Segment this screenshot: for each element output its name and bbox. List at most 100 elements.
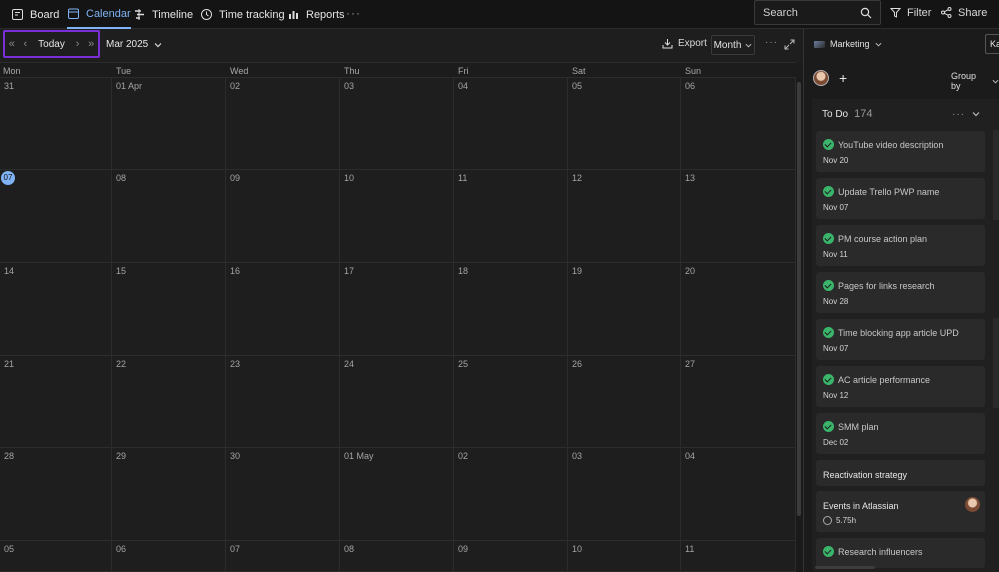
- calendar-day-cell[interactable]: 28: [0, 448, 112, 541]
- project-select[interactable]: Marketing: [814, 39, 882, 49]
- calendar-day-cell[interactable]: 08: [340, 541, 454, 572]
- last-button[interactable]: »: [84, 38, 98, 50]
- day-number: 05: [572, 81, 583, 91]
- calendar-day-cell[interactable]: 02: [226, 78, 340, 170]
- calendar-day-cell[interactable]: 30: [226, 448, 340, 541]
- task-card[interactable]: YouTube video description Nov 20: [816, 131, 985, 172]
- task-card[interactable]: Update Trello PWP name Nov 07: [816, 178, 985, 219]
- avatar[interactable]: [813, 70, 829, 86]
- tab-timeline[interactable]: Timeline: [133, 0, 193, 29]
- calendar-day-cell[interactable]: 09: [226, 170, 340, 263]
- calendar-day-cell[interactable]: 04: [454, 78, 568, 170]
- task-card[interactable]: Research influencers: [816, 538, 985, 568]
- prev-button[interactable]: ‹: [19, 38, 33, 50]
- group-by-button[interactable]: Group by: [951, 71, 999, 91]
- day-number: 09: [458, 544, 469, 554]
- share-button[interactable]: Share: [941, 0, 987, 25]
- chevron-down-icon: [875, 42, 882, 47]
- check-circle-icon[interactable]: [823, 327, 834, 338]
- task-card[interactable]: Time blocking app article UPD Nov 07: [816, 319, 985, 360]
- check-circle-icon[interactable]: [823, 374, 834, 385]
- search-input[interactable]: [763, 6, 860, 19]
- next-button[interactable]: ›: [71, 38, 85, 50]
- export-button[interactable]: Export: [662, 38, 707, 49]
- calendar-day-cell[interactable]: 20: [681, 263, 796, 356]
- calendar-day-cell[interactable]: 14: [0, 263, 112, 356]
- calendar-day-cell[interactable]: 08: [112, 170, 226, 263]
- search-icon[interactable]: [860, 7, 872, 19]
- calendar-day-cell[interactable]: 04: [681, 448, 796, 541]
- calendar-day-cell[interactable]: 23: [226, 356, 340, 448]
- calendar-day-cell[interactable]: 17: [340, 263, 454, 356]
- calendar-day-cell[interactable]: 24: [340, 356, 454, 448]
- calendar-day-cell[interactable]: 13: [681, 170, 796, 263]
- check-circle-icon[interactable]: [823, 421, 834, 432]
- add-member-button[interactable]: +: [839, 70, 847, 86]
- nav-more-button[interactable]: ···: [346, 6, 361, 20]
- today-button[interactable]: Today: [32, 39, 71, 50]
- calendar-day-cell[interactable]: 07: [226, 541, 340, 572]
- column-more-button[interactable]: ···: [952, 109, 965, 120]
- calendar-day-cell[interactable]: 27: [681, 356, 796, 448]
- calendar-day-cell[interactable]: 03: [568, 448, 681, 541]
- calendar-day-cell[interactable]: 19: [568, 263, 681, 356]
- check-circle-icon[interactable]: [823, 233, 834, 244]
- calendar-day-cell[interactable]: 07: [0, 170, 112, 263]
- expand-icon[interactable]: [784, 39, 795, 50]
- check-circle-icon[interactable]: [823, 280, 834, 291]
- avatar[interactable]: [965, 497, 980, 512]
- first-button[interactable]: «: [5, 38, 19, 50]
- calendar-day-cell[interactable]: 11: [681, 541, 796, 572]
- chevron-down-icon[interactable]: [972, 110, 980, 118]
- calendar-day-cell[interactable]: 10: [340, 170, 454, 263]
- view-select[interactable]: Month: [711, 35, 755, 55]
- tab-reports[interactable]: Reports: [287, 0, 345, 29]
- calendar-day-cell[interactable]: 16: [226, 263, 340, 356]
- calendar-day-cell[interactable]: 01 May: [340, 448, 454, 541]
- calendar-day-cell[interactable]: 25: [454, 356, 568, 448]
- task-card[interactable]: Reactivation strategy: [816, 460, 985, 486]
- calendar-day-cell[interactable]: 02: [454, 448, 568, 541]
- calendar-day-cell[interactable]: 22: [112, 356, 226, 448]
- calendar-scrollbar[interactable]: [796, 78, 803, 572]
- calendar-day-cell[interactable]: 10: [568, 541, 681, 572]
- toolbar-more-button[interactable]: ···: [765, 37, 778, 48]
- calendar-day-cell[interactable]: 06: [681, 78, 796, 170]
- tab-board[interactable]: Board: [11, 0, 59, 29]
- task-card[interactable]: SMM plan Dec 02: [816, 413, 985, 454]
- tab-time-tracking[interactable]: Time tracking: [200, 0, 285, 29]
- calendar-day-cell[interactable]: 03: [340, 78, 454, 170]
- calendar-day-cell[interactable]: 31: [0, 78, 112, 170]
- filter-button[interactable]: Filter: [890, 0, 931, 25]
- check-circle-icon[interactable]: [823, 546, 834, 557]
- calendar-grid: 31 01 Apr 02 03 04 05 06 07 08 09 10 11 12 13 14 15 16 17…: [0, 78, 796, 572]
- time-tracked: 5.75h: [823, 516, 856, 525]
- calendar-day-cell[interactable]: 12: [568, 170, 681, 263]
- panel-scrollbar[interactable]: [815, 566, 875, 569]
- calendar-day-cell[interactable]: 05: [0, 541, 112, 572]
- search-box[interactable]: [754, 0, 881, 25]
- task-card[interactable]: Events in Atlassian 5.75h: [816, 491, 985, 532]
- calendar-day-cell[interactable]: 01 Apr: [112, 78, 226, 170]
- calendar-day-cell[interactable]: 06: [112, 541, 226, 572]
- calendar-day-cell[interactable]: 29: [112, 448, 226, 541]
- task-card[interactable]: PM course action plan Nov 11: [816, 225, 985, 266]
- weekday-label: Sat: [572, 66, 586, 76]
- calendar-day-cell[interactable]: 21: [0, 356, 112, 448]
- date-picker[interactable]: Mar 2025: [106, 39, 162, 50]
- calendar-day-cell[interactable]: 05: [568, 78, 681, 170]
- view-button[interactable]: Ka: [985, 34, 999, 54]
- calendar-day-cell[interactable]: 15: [112, 263, 226, 356]
- calendar-day-cell[interactable]: 26: [568, 356, 681, 448]
- task-card[interactable]: Pages for links research Nov 28: [816, 272, 985, 313]
- calendar-day-cell[interactable]: 18: [454, 263, 568, 356]
- day-number: 19: [572, 266, 583, 276]
- next-column-edge: [993, 318, 999, 408]
- check-circle-icon[interactable]: [823, 186, 834, 197]
- calendar-day-cell[interactable]: 09: [454, 541, 568, 572]
- day-number: 13: [685, 173, 696, 183]
- calendar-day-cell[interactable]: 11: [454, 170, 568, 263]
- check-circle-icon[interactable]: [823, 139, 834, 150]
- task-card[interactable]: AC article performance Nov 12: [816, 366, 985, 407]
- tab-calendar[interactable]: Calendar: [67, 0, 131, 29]
